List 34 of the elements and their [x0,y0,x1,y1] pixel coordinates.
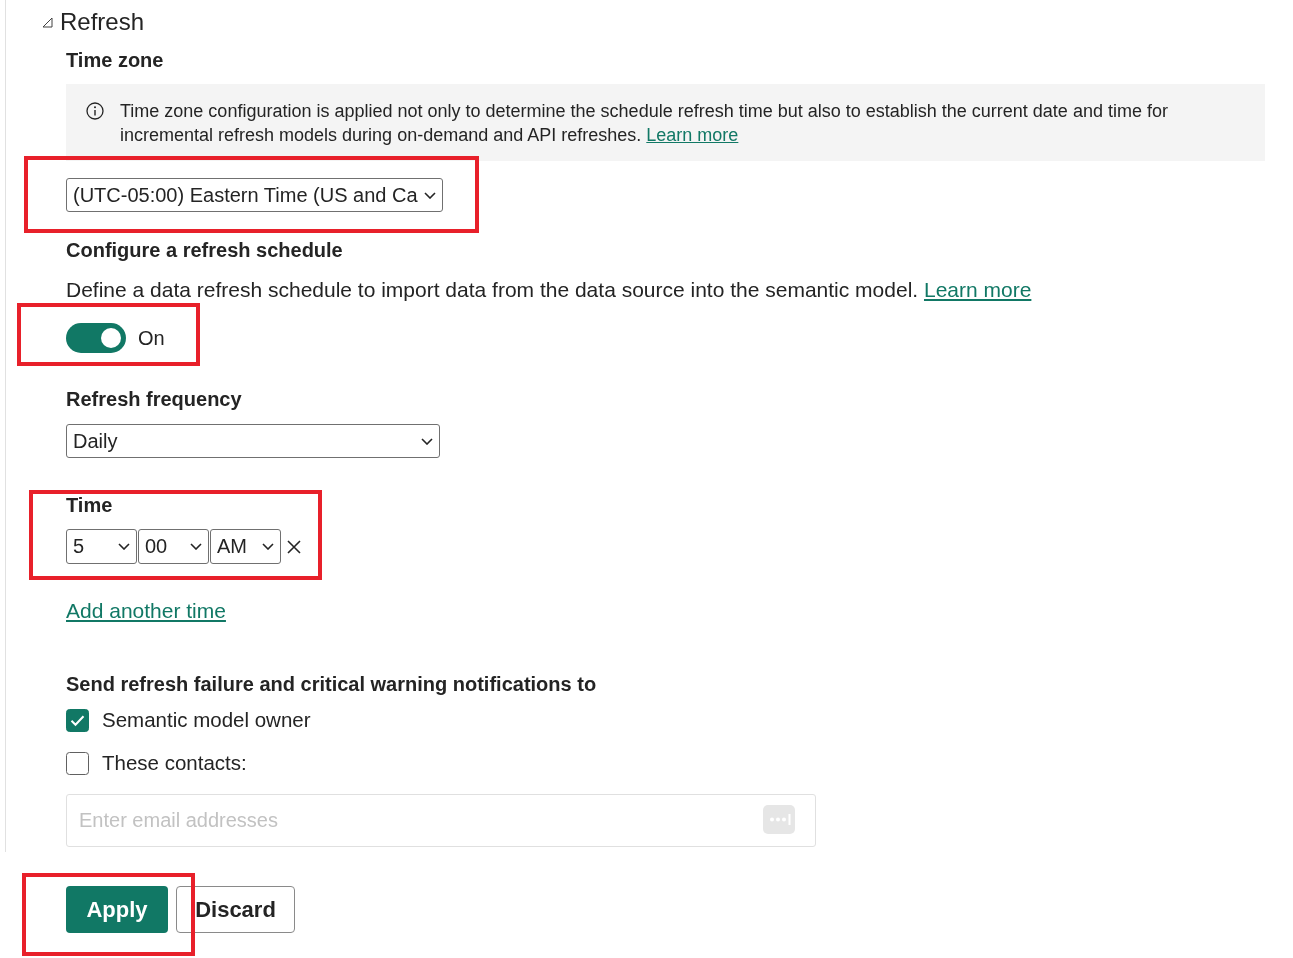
toggle-label: On [138,326,165,351]
checkbox-checked[interactable] [66,708,89,732]
toggle-switch[interactable] [66,323,126,353]
add-another-time-link[interactable]: Add another time [66,597,226,625]
section-heading: Configure a refresh schedule [66,238,343,263]
remove-time-button[interactable] [287,539,301,554]
time-zone-dropdown[interactable]: (UTC-05:00) Eastern Time (US and Ca [66,178,443,212]
checkbox[interactable] [66,751,89,775]
chevron-down-icon [262,543,274,550]
close-icon [287,539,301,554]
learn-more-link[interactable]: Learn more [646,125,739,145]
triangle-icon[interactable] [42,16,53,28]
field-label: Time zone [66,48,164,73]
info-text: Time zone configuration is applied not only to determine the schedule refresh time but also to establish the current date and time for incremental refresh models during on-demand and API refreshes. Learn more [120,100,1169,147]
section-title: Refresh [60,7,145,37]
minute-dropdown[interactable]: 00 [138,529,209,564]
checkbox-label: Semantic model owner [102,707,311,733]
description-text: Define a data refresh schedule to import data from the data source into the semantic model. Learn more [66,277,1032,303]
chevron-down-icon [118,543,130,550]
chevron-down-icon [421,437,433,445]
frequency-dropdown[interactable]: Daily [66,424,440,458]
period-dropdown[interactable]: AM [210,529,281,564]
chevron-down-icon [190,543,202,550]
hour-dropdown[interactable]: 5 [66,529,137,564]
email-input-field[interactable]: Enter email addresses [66,794,816,847]
field-label: Refresh frequency [66,387,242,412]
section-heading: Send refresh failure and critical warning notifications to [66,672,597,697]
chevron-down-icon [423,191,436,199]
apply-button[interactable]: Apply [66,886,168,933]
field-label: Time [66,494,113,516]
checkbox-label: These contacts: [102,750,247,776]
discard-button[interactable]: Discard [176,886,295,933]
info-icon [86,102,104,120]
learn-more-link[interactable]: Learn more [924,278,1032,301]
